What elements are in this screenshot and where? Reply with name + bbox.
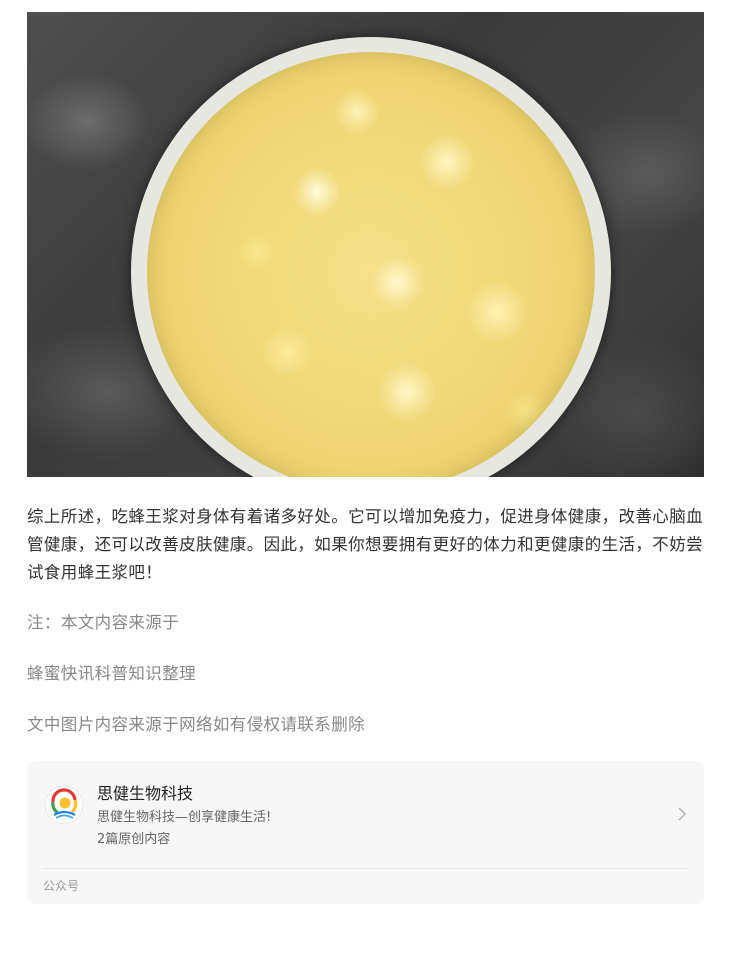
note-images: 文中图片内容来源于网络如有侵权请联系删除: [27, 715, 365, 734]
note-org: 蜂蜜快讯科普知识整理: [27, 664, 196, 683]
account-name: 思健生物科技: [97, 784, 194, 803]
note-source: 注：本文内容来源于: [27, 613, 180, 632]
chevron-right-icon[interactable]: [676, 805, 688, 823]
account-profile-card[interactable]: 思健生物科技 思健生物科技—创享健康生活! 2篇原创内容 公众号: [27, 761, 704, 904]
royal-jelly-photo: [27, 12, 704, 477]
article-page: 综上所述，吃蜂王浆对身体有着诸多好处。它可以增加免疫力，促进身体健康，改善心脑血…: [0, 0, 730, 971]
account-description: 思健生物科技—创享健康生活!: [97, 810, 272, 825]
original-count: 2篇原创内容: [97, 832, 171, 847]
account-type-label: 公众号: [43, 879, 80, 893]
card-divider: [43, 868, 688, 869]
royal-jelly-surface: [147, 52, 595, 477]
summary-paragraph: 综上所述，吃蜂王浆对身体有着诸多好处。它可以增加免疫力，促进身体健康，改善心脑血…: [27, 507, 703, 582]
sijian-logo-icon: [44, 785, 84, 825]
